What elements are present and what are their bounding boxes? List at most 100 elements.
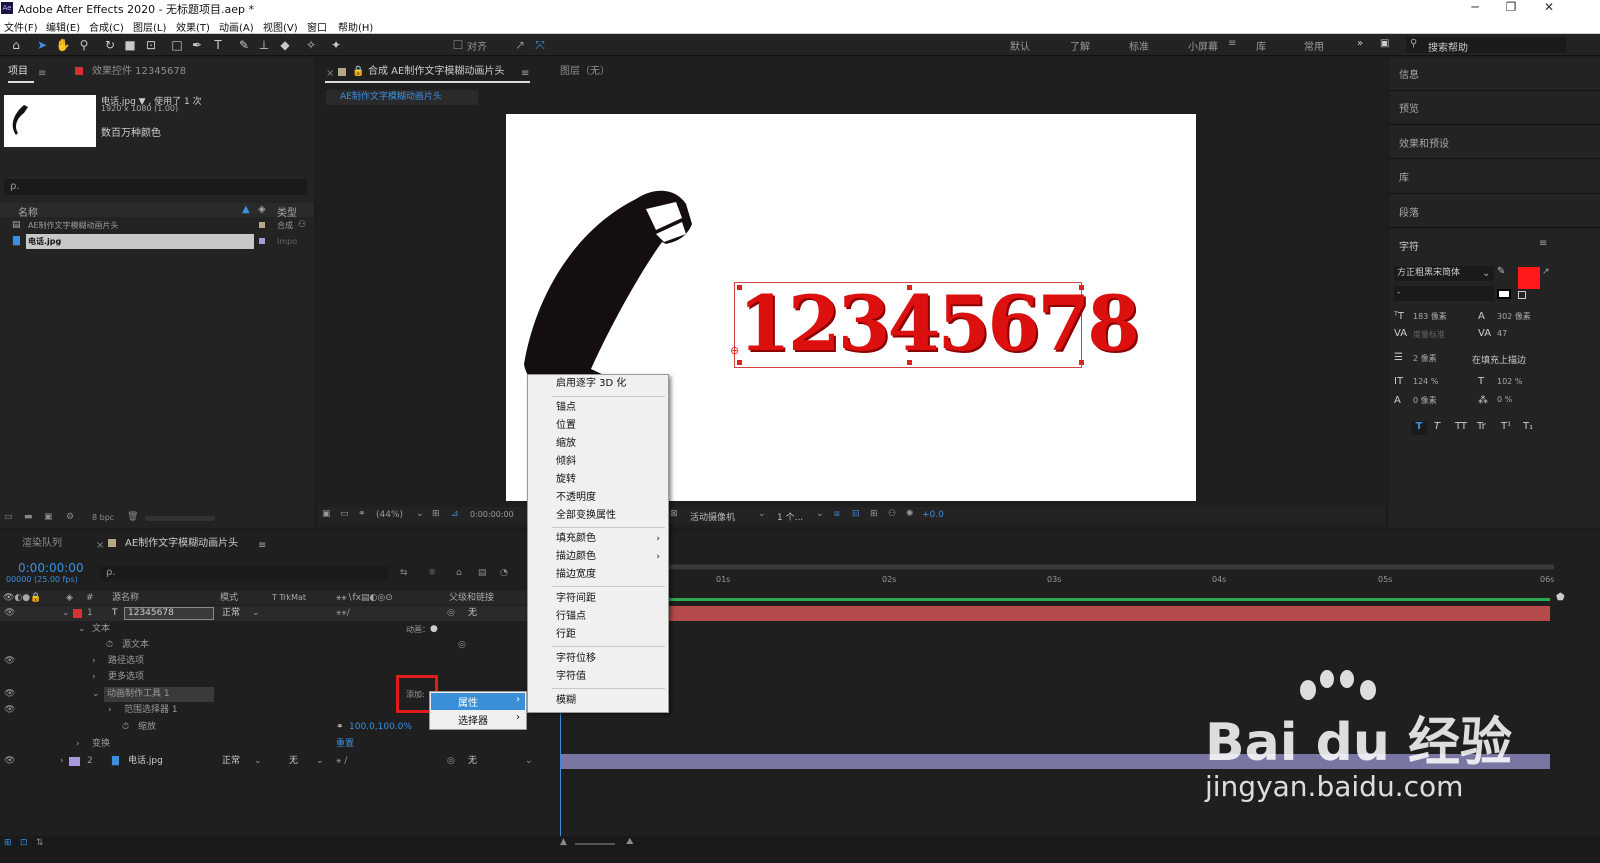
pen-tool-icon[interactable]: ✒: [189, 37, 205, 53]
expression-pickwhip-icon[interactable]: ◎: [458, 638, 466, 653]
libraries-panel[interactable]: 库: [1399, 169, 1409, 184]
views-dropdown[interactable]: 1 个...: [777, 510, 803, 523]
new-folder-icon[interactable]: ▬: [24, 512, 33, 522]
exposure-icon[interactable]: ✺: [906, 509, 914, 519]
character-menu-icon[interactable]: ≡: [1539, 238, 1547, 249]
eraser-tool-icon[interactable]: ◆: [277, 37, 293, 53]
monitor-icon[interactable]: ▭: [340, 509, 349, 519]
menu-edit[interactable]: 编辑(E): [46, 19, 80, 34]
menu-composition[interactable]: 合成(C): [89, 19, 124, 34]
timeline-timecode[interactable]: 0:00:00:00: [18, 561, 84, 575]
menu-layer[interactable]: 图层(L): [133, 19, 166, 34]
collapsed-chevron-icon[interactable]: ›: [76, 737, 80, 752]
new-comp-icon[interactable]: ▣: [44, 512, 53, 522]
close-button[interactable]: ✕: [1534, 0, 1564, 14]
ctx-stroke-width[interactable]: 描边宽度: [556, 566, 596, 584]
visibility-eye-icon[interactable]: 👁: [4, 606, 15, 621]
panel-layout-icon[interactable]: ▣: [1380, 38, 1389, 49]
interpret-footage-icon[interactable]: ▭: [4, 512, 13, 522]
shy-layers-icon[interactable]: ⌂: [456, 568, 462, 578]
ctx-opacity[interactable]: 不透明度: [556, 489, 596, 507]
ctx-fill-color[interactable]: 填充颜色: [556, 530, 596, 548]
pan-behind-tool-icon[interactable]: ⊡: [143, 37, 159, 53]
layer-1-duration-bar[interactable]: [560, 606, 1550, 621]
views-dropdown-icon[interactable]: ⌄: [816, 509, 824, 519]
col-source-name[interactable]: 源名称: [112, 591, 139, 605]
menu-help[interactable]: 帮助(H): [338, 19, 373, 34]
zoom-level[interactable]: (44%): [376, 510, 403, 520]
time-ruler[interactable]: 01s 02s 03s 04s 05s 06s: [560, 572, 1554, 590]
layer-name[interactable]: 电话.jpg: [128, 754, 163, 769]
faux-bold-button[interactable]: T: [1411, 421, 1427, 435]
stroke-width-value[interactable]: 2 像素: [1413, 353, 1437, 364]
tab-project[interactable]: 项目: [8, 61, 28, 83]
effects-presets-panel[interactable]: 效果和预设: [1399, 135, 1449, 150]
path-options-row[interactable]: 👁 › 路径选项: [0, 654, 555, 669]
toggle-modes-icon[interactable]: ⊡: [20, 838, 28, 848]
small-caps-button[interactable]: Tr: [1477, 421, 1486, 432]
stroke-swatch[interactable]: [1497, 289, 1511, 299]
settings-icon[interactable]: ⚙: [66, 512, 74, 522]
fast-previews-icon[interactable]: ⧈: [834, 509, 840, 519]
comp-timecode[interactable]: 0:00:00:00: [470, 510, 514, 519]
mask-visibility-icon[interactable]: ⊿: [451, 509, 459, 519]
vertical-scale-value[interactable]: 124 %: [1413, 377, 1438, 386]
type-tool-icon[interactable]: T: [210, 37, 226, 53]
layer-label-color[interactable]: [69, 757, 80, 766]
faux-italic-button[interactable]: T: [1434, 421, 1440, 432]
ctx-tracking[interactable]: 字符间距: [556, 590, 596, 608]
zoom-out-icon[interactable]: ▲: [560, 837, 567, 847]
more-options-row[interactable]: › 更多选项: [0, 670, 555, 685]
toggle-in-out-icon[interactable]: ⇅: [36, 838, 44, 848]
baseline-value[interactable]: 0 像素: [1413, 395, 1437, 406]
submenu-property[interactable]: 属性: [458, 694, 478, 709]
all-caps-button[interactable]: TT: [1455, 421, 1467, 432]
col-trkmat[interactable]: T TrkMat: [272, 591, 306, 605]
zoom-in-icon[interactable]: ⛰: [626, 837, 634, 847]
ctx-blur[interactable]: 模糊: [556, 692, 576, 710]
submenu-selector[interactable]: 选择器: [458, 712, 488, 727]
handle-bl[interactable]: [737, 360, 742, 365]
col-parent[interactable]: 父级和链接: [449, 591, 494, 605]
workspace-menu-icon[interactable]: ≡: [1228, 38, 1236, 49]
home-icon[interactable]: ⌂: [8, 37, 24, 53]
scale-value[interactable]: 100.0,100.0%: [349, 720, 412, 735]
handle-tl[interactable]: [737, 285, 742, 290]
tracking-value[interactable]: 47: [1497, 329, 1507, 338]
comp-marker-icon[interactable]: ⬟: [1556, 592, 1565, 603]
workspace-standard[interactable]: 标准: [1129, 38, 1149, 53]
canvas-number-text[interactable]: 12345678: [738, 278, 1140, 370]
col-name[interactable]: 名称: [18, 204, 38, 219]
visibility-eye-icon[interactable]: 👁: [4, 654, 15, 669]
handle-tm[interactable]: [907, 285, 912, 290]
flowchart-icon[interactable]: ⚇: [298, 218, 306, 233]
tab-render-queue[interactable]: 渲染队列: [22, 533, 62, 555]
collapsed-chevron-icon[interactable]: ›: [108, 703, 112, 718]
leading-value[interactable]: 302 像素: [1497, 311, 1531, 322]
comp-flowchart-icon[interactable]: ⊞: [870, 509, 878, 519]
font-style-dropdown[interactable]: -: [1394, 286, 1494, 301]
tab-timeline-comp[interactable]: AE制作文字模糊动画片头: [125, 533, 238, 555]
collapsed-chevron-icon[interactable]: ›: [92, 654, 96, 669]
font-family-dropdown[interactable]: 方正粗黑宋简体: [1394, 266, 1494, 281]
stopwatch-icon[interactable]: ⏱: [122, 720, 129, 735]
workspace-small-screen[interactable]: 小屏幕: [1188, 38, 1218, 53]
rectangle-tool-icon[interactable]: □: [169, 37, 185, 53]
collapsed-chevron-icon[interactable]: ›: [60, 754, 64, 769]
layer-row-2[interactable]: 👁 › 2 ▇ 电话.jpg 正常 ⌄ 无 ⌄ ⚹ ∕ ◎ 无 ⌄: [0, 754, 555, 769]
kerning-value[interactable]: 度量标准: [1413, 329, 1445, 340]
constrain-proportions-icon[interactable]: ⚭: [336, 720, 344, 735]
timeline-search-input[interactable]: ρ.: [100, 566, 388, 581]
comp-panel-menu-icon[interactable]: ≡: [521, 68, 529, 79]
snap-options-icon[interactable]: ⤧: [532, 37, 548, 53]
align-checkbox-icon[interactable]: ☐: [450, 37, 466, 53]
puppet-pin-tool-icon[interactable]: ✦: [328, 37, 344, 53]
menu-window[interactable]: 窗口: [307, 19, 327, 34]
source-text-row[interactable]: ⏱ 源文本 ◎: [0, 638, 555, 653]
expand-chevron-icon[interactable]: ⌄: [78, 622, 86, 637]
col-type[interactable]: 类型: [277, 204, 297, 219]
panel-menu-icon[interactable]: ≡: [38, 68, 46, 79]
stopwatch-icon[interactable]: ⏱: [106, 638, 113, 653]
restore-button[interactable]: ❐: [1496, 0, 1526, 14]
font-size-value[interactable]: 183 像素: [1413, 311, 1447, 322]
